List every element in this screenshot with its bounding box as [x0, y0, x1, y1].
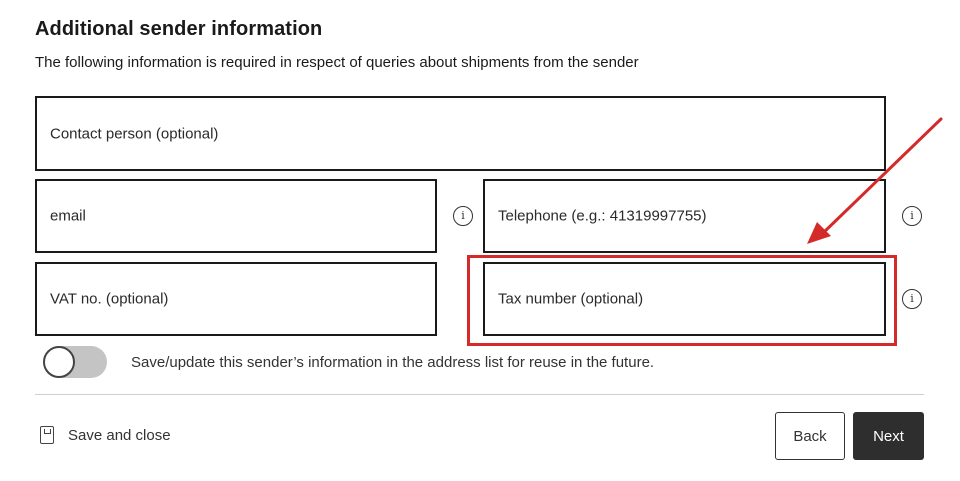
tax-number-placeholder: Tax number (optional) [498, 290, 644, 308]
footer-divider [35, 394, 924, 395]
toggle-knob [43, 346, 75, 378]
save-sender-toggle-label: Save/update this sender’s information in… [131, 354, 655, 371]
page-title: Additional sender information [35, 18, 323, 40]
next-button[interactable]: Next [853, 412, 924, 460]
contact-person-placeholder: Contact person (optional) [50, 125, 219, 142]
telephone-info-icon[interactable]: i [902, 206, 922, 226]
vat-number-placeholder: VAT no. (optional) [50, 290, 169, 308]
telephone-placeholder: Telephone (e.g.: 41319997755) [498, 207, 707, 225]
contact-person-field[interactable]: Contact person (optional) [35, 96, 886, 171]
email-field[interactable]: email [35, 179, 437, 253]
save-and-close-button[interactable]: Save and close [40, 426, 171, 444]
telephone-field[interactable]: Telephone (e.g.: 41319997755) [483, 179, 886, 253]
vat-number-field[interactable]: VAT no. (optional) [35, 262, 437, 336]
sender-info-form: Additional sender information The follow… [0, 0, 960, 481]
save-sender-toggle[interactable] [43, 346, 107, 378]
email-info-icon[interactable]: i [453, 206, 473, 226]
email-placeholder: email [50, 207, 86, 225]
save-and-close-label: Save and close [68, 426, 171, 444]
back-button[interactable]: Back [775, 412, 845, 460]
tax-number-field[interactable]: Tax number (optional) [483, 262, 886, 336]
save-icon [40, 426, 54, 444]
page-subtitle: The following information is required in… [35, 54, 639, 71]
tax-number-info-icon[interactable]: i [902, 289, 922, 309]
